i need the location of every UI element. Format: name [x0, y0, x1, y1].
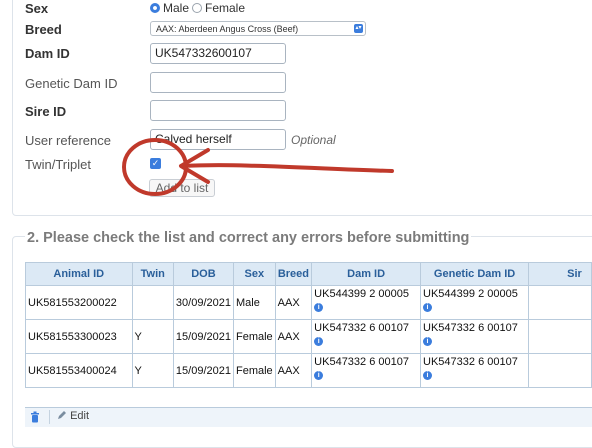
pencil-icon — [58, 411, 66, 419]
cell-animal-id: UK581553400024 — [25, 353, 133, 388]
cell-sex: Female — [232, 319, 276, 354]
cell-sire — [528, 285, 592, 320]
sex-label: Sex — [25, 1, 49, 16]
genetic-dam-id-value: UK547332 6 00107 — [423, 322, 518, 334]
dam-id-value: UK547332 6 00107 — [314, 322, 409, 334]
cell-twin: Y — [131, 319, 174, 354]
cell-breed: AAX — [274, 319, 313, 354]
col-dob[interactable]: DOB — [172, 262, 234, 286]
user-reference-label: User reference — [25, 133, 111, 148]
cell-genetic-dam-id: UK544399 2 00005 i — [420, 285, 530, 320]
info-icon[interactable]: i — [314, 337, 324, 346]
cell-genetic-dam-id: UK547332 6 00107 i — [420, 353, 530, 388]
sire-id-label: Sire ID — [25, 104, 67, 119]
sex-female-radio[interactable]: Female — [192, 1, 245, 15]
cell-dam-id: UK547332 6 00107 i — [311, 319, 422, 354]
cell-dob: 15/09/2021 — [172, 319, 234, 354]
cell-genetic-dam-id: UK547332 6 00107 i — [420, 319, 530, 354]
breed-select-value: AAX: Aberdeen Angus Cross (Beef) — [156, 24, 299, 34]
cell-breed: AAX — [274, 285, 313, 320]
col-sire[interactable]: Sir — [528, 262, 592, 286]
sex-male-radio[interactable]: Male — [150, 1, 189, 15]
table-toolbar: Edit — [25, 407, 592, 427]
radio-selected-icon — [150, 3, 160, 13]
animals-table: Animal ID Twin DOB Sex Breed Dam ID Gene… — [25, 262, 592, 388]
col-animal-id[interactable]: Animal ID — [25, 262, 133, 286]
table-row[interactable]: UK581553300023 Y 15/09/2021 Female AAX U… — [25, 319, 592, 354]
radio-empty-icon — [192, 3, 202, 13]
add-to-list-button[interactable]: Add to list — [149, 179, 215, 197]
dam-id-label: Dam ID — [25, 46, 70, 61]
dam-id-input[interactable]: UK547332600107 — [150, 43, 286, 64]
edit-button[interactable]: Edit — [57, 410, 89, 422]
cell-sex: Female — [232, 353, 276, 388]
cell-dob: 30/09/2021 — [172, 285, 234, 320]
cell-animal-id: UK581553300023 — [25, 319, 133, 354]
cell-twin — [131, 285, 174, 320]
cell-animal-id: UK581553200022 — [25, 285, 133, 320]
table-header-row: Animal ID Twin DOB Sex Breed Dam ID Gene… — [25, 262, 592, 286]
twin-triplet-label: Twin/Triplet — [25, 157, 91, 172]
cell-sex: Male — [232, 285, 276, 320]
sex-female-label: Female — [205, 1, 246, 15]
table-row[interactable]: UK581553200022 30/09/2021 Male AAX UK544… — [25, 285, 592, 320]
genetic-dam-id-value: UK547332 6 00107 — [423, 356, 518, 368]
cell-dob: 15/09/2021 — [172, 353, 234, 388]
col-dam-id[interactable]: Dam ID — [311, 262, 422, 286]
cell-twin: Y — [131, 353, 174, 388]
dam-id-value: UK547332 6 00107 — [314, 356, 409, 368]
info-icon[interactable]: i — [314, 371, 324, 380]
select-arrows-icon: ▴▾ — [354, 24, 363, 33]
cell-sire — [528, 353, 592, 388]
cell-dam-id: UK547332 6 00107 i — [311, 353, 422, 388]
sire-id-input[interactable] — [150, 100, 286, 121]
cell-breed: AAX — [274, 353, 313, 388]
genetic-dam-id-input[interactable] — [150, 72, 286, 93]
optional-hint: Optional — [291, 133, 336, 147]
cell-sire — [528, 319, 592, 354]
cell-dam-id: UK544399 2 00005 i — [311, 285, 422, 320]
trash-icon[interactable] — [30, 411, 40, 426]
edit-label: Edit — [70, 410, 90, 422]
breed-label: Breed — [25, 22, 62, 37]
col-sex[interactable]: Sex — [232, 262, 276, 286]
info-icon[interactable]: i — [423, 371, 433, 380]
breed-select[interactable]: AAX: Aberdeen Angus Cross (Beef) ▴▾ — [150, 21, 366, 36]
toolbar-divider — [49, 410, 50, 424]
info-icon[interactable]: i — [423, 337, 433, 346]
col-breed[interactable]: Breed — [274, 262, 313, 286]
info-icon[interactable]: i — [423, 303, 433, 312]
col-twin[interactable]: Twin — [131, 262, 174, 286]
dam-id-value: UK544399 2 00005 — [314, 288, 409, 300]
table-row[interactable]: UK581553400024 Y 15/09/2021 Female AAX U… — [25, 353, 592, 388]
sex-male-label: Male — [163, 1, 190, 15]
genetic-dam-id-label: Genetic Dam ID — [25, 76, 118, 91]
section2-title: 2. Please check the list and correct any… — [25, 230, 472, 246]
user-reference-input[interactable]: Calved herself — [150, 129, 286, 150]
genetic-dam-id-value: UK544399 2 00005 — [423, 288, 518, 300]
twin-triplet-checkbox[interactable]: ✓ — [150, 158, 161, 169]
info-icon[interactable]: i — [314, 303, 324, 312]
col-genetic-dam-id[interactable]: Genetic Dam ID — [420, 262, 530, 286]
